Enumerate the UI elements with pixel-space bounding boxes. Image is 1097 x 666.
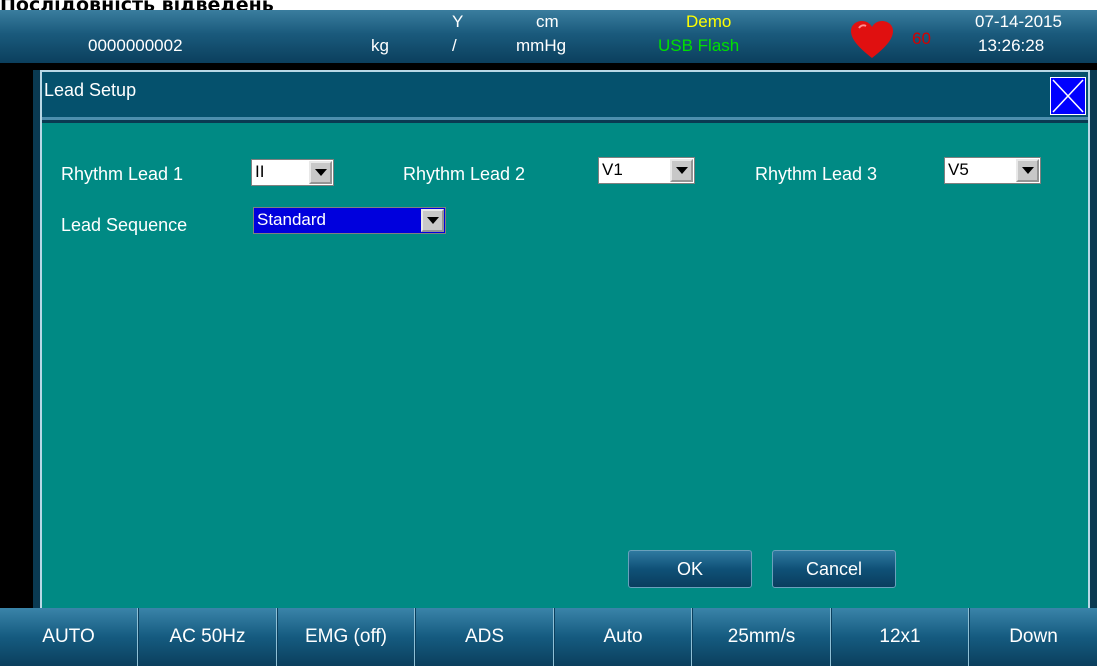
softkey-auto-mode[interactable]: AUTO: [0, 608, 138, 666]
rhythm-lead-3-dropdown[interactable]: V5: [944, 157, 1041, 184]
rhythm-lead-1-value: II: [255, 162, 265, 181]
storage-indicator: USB Flash: [658, 36, 740, 55]
dialog-title-bar: Lead Setup: [42, 72, 1088, 120]
lead-setup-dialog: Lead Setup Rhythm Lead 1 II Rhythm Lead …: [33, 70, 1097, 618]
softkey-paper-speed[interactable]: 25mm/s: [693, 608, 831, 666]
height-unit: cm: [536, 12, 559, 31]
lead-sequence-value: Standard: [257, 210, 326, 229]
rhythm-lead-3-label: Rhythm Lead 3: [755, 164, 878, 184]
softkey-layout[interactable]: 12x1: [832, 608, 969, 666]
page-caption: Послідовність відведень: [0, 0, 274, 10]
pressure-unit: mmHg: [516, 36, 567, 55]
heart-rate-value: 60: [912, 29, 931, 48]
lead-sequence-label: Lead Sequence: [61, 215, 188, 235]
softkey-bar: AUTO AC 50Hz EMG (off) ADS Auto 25mm/s 1…: [0, 608, 1097, 666]
ok-button[interactable]: OK: [628, 550, 752, 588]
y-label: Y: [452, 12, 464, 31]
time-display: 13:26:28: [978, 36, 1045, 55]
slash-separator: /: [452, 36, 457, 55]
chevron-down-icon[interactable]: [670, 159, 693, 182]
mode-indicator: Demo: [686, 12, 732, 31]
rhythm-lead-3-value: V5: [948, 160, 969, 179]
softkey-ads[interactable]: ADS: [416, 608, 554, 666]
lead-sequence-dropdown[interactable]: Standard: [253, 207, 446, 234]
dialog-title: Lead Setup: [44, 80, 137, 100]
chevron-down-icon[interactable]: [309, 161, 332, 184]
status-bar: 0000000002 kg Y / cm mmHg Demo USB Flash…: [0, 10, 1097, 63]
rhythm-lead-2-value: V1: [602, 160, 623, 179]
weight-unit: kg: [371, 36, 389, 55]
dialog-body: Rhythm Lead 1 II Rhythm Lead 2 V1 Rhythm…: [42, 123, 1088, 616]
softkey-emg-filter[interactable]: EMG (off): [278, 608, 415, 666]
rhythm-lead-2-dropdown[interactable]: V1: [598, 157, 695, 184]
softkey-down[interactable]: Down: [970, 608, 1097, 666]
rhythm-lead-2-label: Rhythm Lead 2: [403, 164, 526, 184]
rhythm-lead-1-label: Rhythm Lead 1: [61, 164, 184, 184]
close-button[interactable]: [1050, 77, 1086, 115]
cancel-button[interactable]: Cancel: [772, 550, 896, 588]
chevron-down-icon[interactable]: [1016, 159, 1039, 182]
date-display: 07-14-2015: [975, 12, 1062, 31]
chevron-down-icon[interactable]: [421, 209, 444, 232]
ecg-screen: 0000000002 kg Y / cm mmHg Demo USB Flash…: [0, 10, 1097, 666]
heart-icon: [850, 20, 894, 60]
dialog-frame: Lead Setup Rhythm Lead 1 II Rhythm Lead …: [40, 70, 1090, 618]
close-icon: [1052, 79, 1084, 113]
rhythm-lead-1-dropdown[interactable]: II: [251, 159, 334, 186]
patient-id: 0000000002: [88, 36, 183, 55]
softkey-ac-filter[interactable]: AC 50Hz: [139, 608, 277, 666]
softkey-auto-gain[interactable]: Auto: [555, 608, 692, 666]
